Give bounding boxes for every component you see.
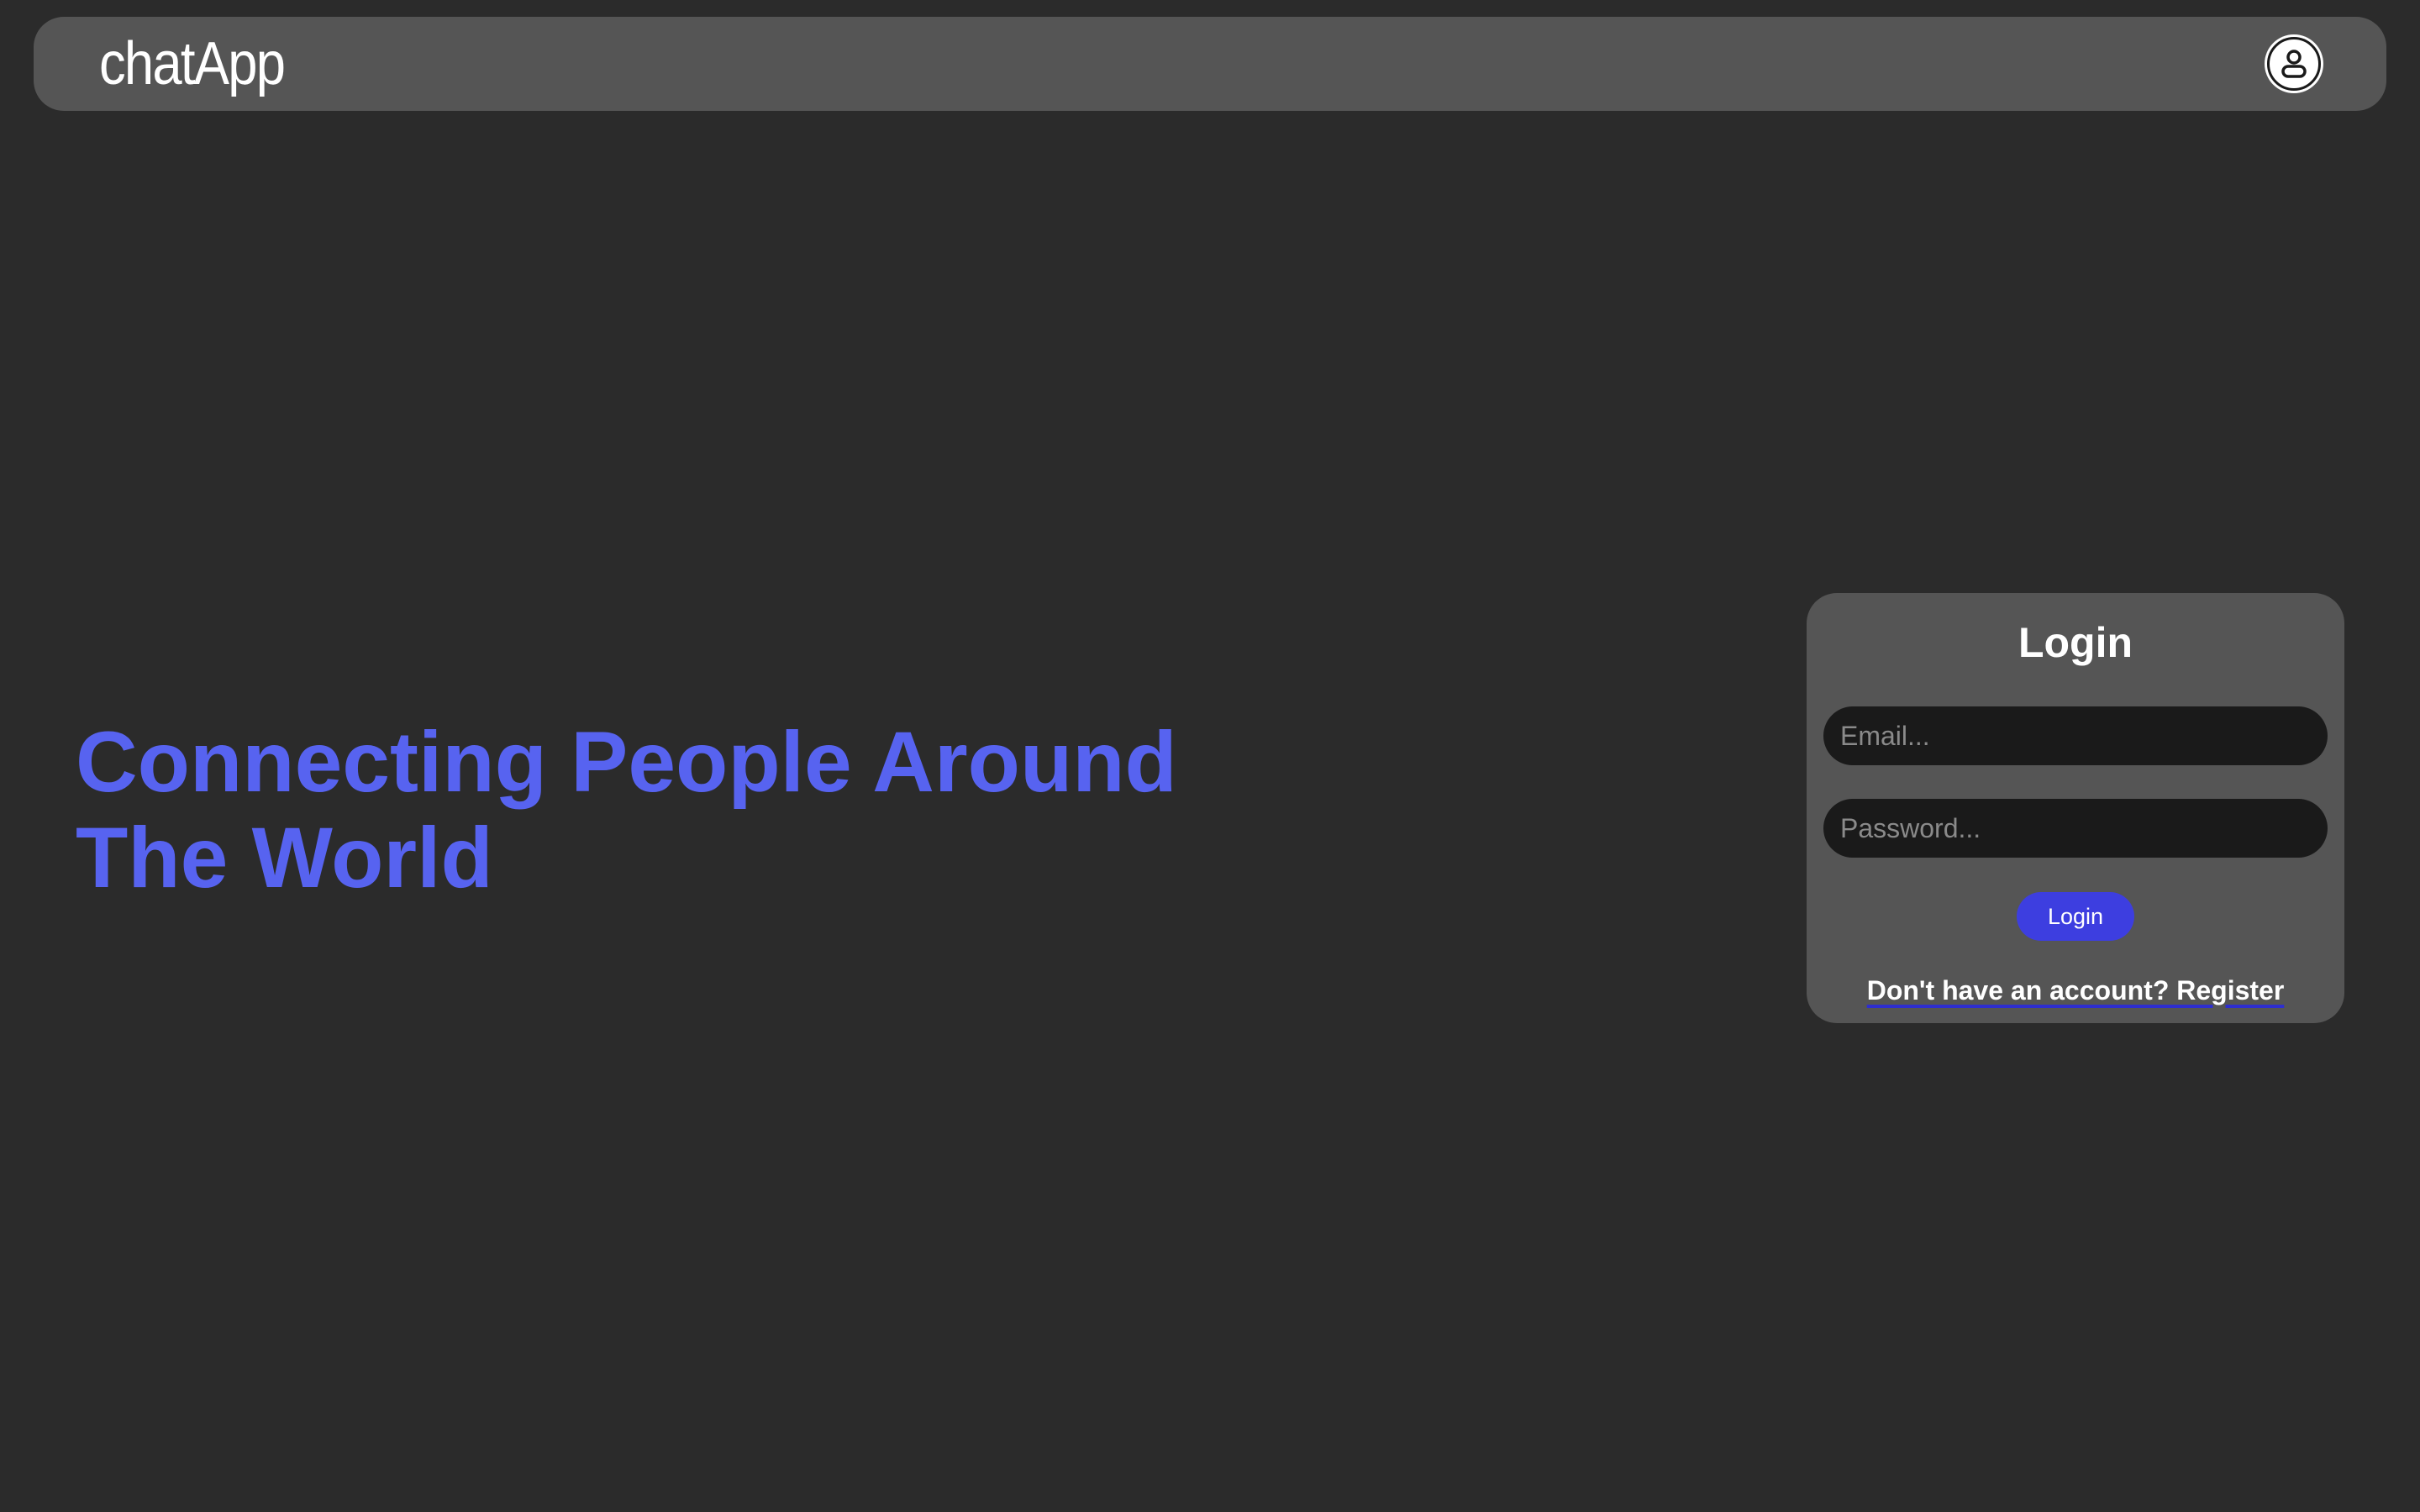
hero-headline-line2: The World	[76, 810, 493, 906]
login-button[interactable]: Login	[2017, 892, 2134, 941]
user-avatar-icon	[2281, 50, 2307, 78]
hero-headline-line1: Connecting People Around	[76, 714, 1177, 810]
top-navbar: chatApp	[34, 17, 2386, 111]
login-card: Login Login Don't have an account? Regis…	[1807, 593, 2344, 1023]
email-input[interactable]	[1823, 706, 2328, 765]
login-title: Login	[2018, 619, 2133, 666]
hero-headline: Connecting People Around The World	[76, 714, 1336, 906]
app-brand-logo[interactable]: chatApp	[99, 29, 286, 98]
password-input[interactable]	[1823, 799, 2328, 858]
user-avatar-button[interactable]	[2267, 37, 2321, 91]
register-link[interactable]: Don't have an account? Register	[1807, 975, 2344, 1006]
